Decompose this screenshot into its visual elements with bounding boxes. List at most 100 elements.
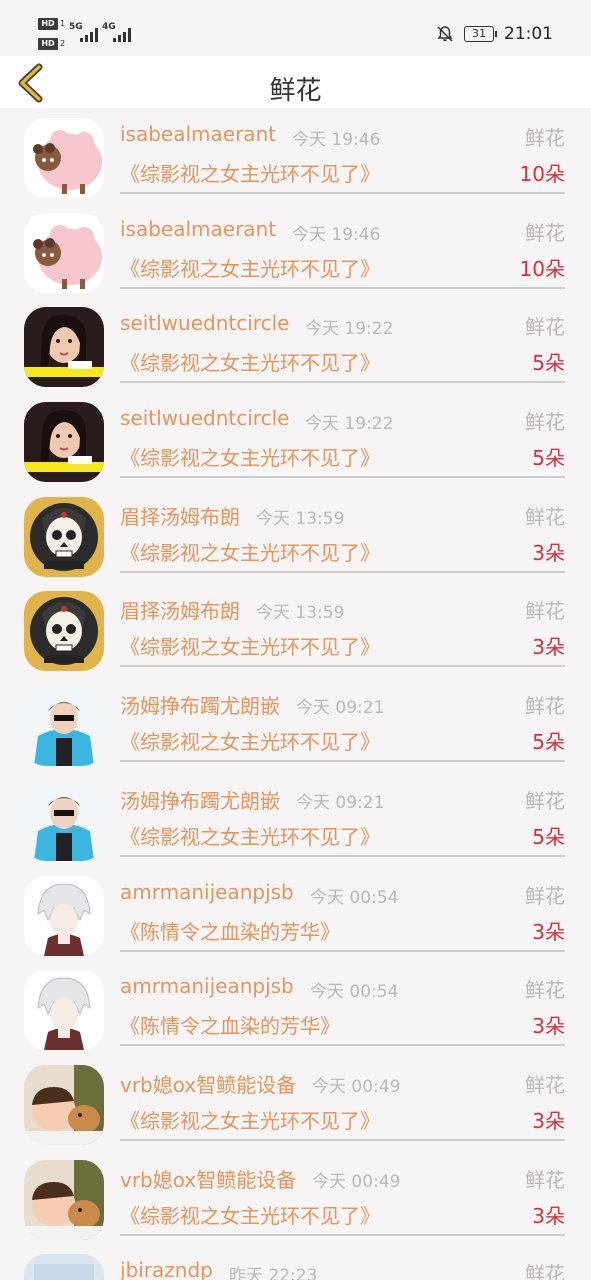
gift-quantity: 10朵 [519,256,565,281]
list-item[interactable]: vrb媳ox智鲼能设备 今天 00:49 鲜花《综影视之女主光环不见了》 3朵 [0,1150,591,1245]
gift-type: 鲜花 [525,1072,565,1097]
timestamp: 今天 19:46 [292,130,381,150]
timestamp: 今天 00:49 [312,1076,401,1097]
list-item[interactable]: 汤姆挣布躅尤朗嵌 今天 09:21 鲜花《综影视之女主光环不见了》 5朵 [0,771,591,866]
user-name[interactable]: 汤姆挣布躅尤朗嵌 [120,690,280,719]
book-title[interactable]: 《陈情令之血染的芳华》 [120,916,340,945]
nav-bar: 鲜花 [0,56,591,108]
list-item[interactable]: amrmanijeanpjsb 今天 00:54 鲜花《陈情令之血染的芳华》 3朵 [0,960,591,1055]
book-title[interactable]: 《综影视之女主光环不见了》 [120,821,380,850]
book-title[interactable]: 《综影视之女主光环不见了》 [120,253,380,282]
avatar[interactable] [24,970,104,1051]
gift-quantity: 3朵 [532,1108,565,1133]
timestamp: 今天 00:54 [310,982,399,1003]
user-name[interactable]: vrb媳ox智鲼能设备 [120,1069,296,1098]
gift-quantity: 5朵 [532,351,565,376]
gift-quantity: 3朵 [532,540,565,565]
gift-quantity: 3朵 [532,635,565,660]
user-name[interactable]: vrb媳ox智鲼能设备 [120,1164,296,1193]
gift-quantity: 5朵 [532,824,565,849]
user-name[interactable]: jbirazndp [120,1258,213,1280]
list-item[interactable]: vrb媳ox智鲼能设备 今天 00:49 鲜花《综影视之女主光环不见了》 3朵 [0,1055,591,1150]
user-name[interactable]: amrmanijeanpjsb [120,880,294,904]
timestamp: 今天 19:22 [305,319,394,340]
timestamp: 今天 13:59 [256,603,345,624]
gift-type: 鲜花 [525,883,565,908]
book-title[interactable]: 《综影视之女主光环不见了》 [120,442,380,471]
divider [120,949,565,952]
clock: 21:01 [504,24,553,44]
avatar[interactable] [24,780,104,861]
gift-type: 鲜花 [525,788,565,813]
gift-type: 鲜花 [525,694,565,719]
divider [120,854,565,857]
book-title[interactable]: 《综影视之女主光环不见了》 [120,158,380,187]
divider [120,1044,565,1047]
avatar[interactable] [24,307,104,388]
timestamp: 今天 19:46 [292,224,381,245]
list-item[interactable]: 汤姆挣布躅尤朗嵌 今天 09:21 鲜花 《综影视之女主光环不见了》 5朵 [0,676,591,771]
user-name[interactable]: 汤姆挣布躅尤朗嵌 [120,785,280,814]
timestamp: 昨天 22:23 [229,1266,318,1280]
timestamp: 今天 09:21 [296,698,385,719]
avatar[interactable] [24,875,104,956]
book-title[interactable]: 《综影视之女主光环不见了》 [120,726,380,755]
signal-indicators: HD 1 HD 2 5G 4G [38,16,138,50]
book-title[interactable]: 《综影视之女主光环不见了》 [120,1200,380,1229]
gift-type: 鲜花 [525,126,565,150]
user-name[interactable]: seitlwuedntcircle [120,311,289,335]
avatar[interactable] [24,1159,104,1240]
gift-quantity: 5朵 [532,446,565,471]
list-item[interactable]: amrmanijeanpjsb 今天 00:54 鲜花《陈情令之血染的芳华》 3朵 [0,866,591,961]
list-item[interactable]: seitlwuedntcircle 今天 19:22 鲜花 《综影视之女主光环不见了》… [0,392,591,487]
gift-quantity: 3朵 [532,1014,565,1039]
hd-badge-2: HD [38,38,58,50]
list-item[interactable]: 眉择汤姆布朗 今天 13:59 鲜花 《综影视之女主光环不见了》 3朵 [0,487,591,582]
user-name[interactable]: amrmanijeanpjsb [120,974,294,998]
book-title[interactable]: 《综影视之女主光环不见了》 [120,537,380,566]
battery-icon: 31 [464,26,497,42]
book-title[interactable]: 《综影视之女主光环不见了》 [120,1105,380,1134]
list-item[interactable]: isabealmaerant 今天 19:46 鲜花《综影视之女主光环不见了》 10朵 [0,108,591,203]
divider [120,1138,565,1141]
divider [120,665,565,668]
status-bar: HD 1 HD 2 5G 4G 31 21:01 [0,0,591,56]
avatar[interactable] [24,212,104,293]
bell-off-icon [437,26,453,42]
gift-type: 鲜花 [525,220,565,245]
book-title[interactable]: 《综影视之女主光环不见了》 [120,347,380,376]
user-name[interactable]: 眉择汤姆布朗 [120,501,240,530]
list-item[interactable]: isabealmaerant 今天 19:46 鲜花《综影视之女主光环不见了》 10朵 [0,203,591,298]
gift-quantity: 3朵 [532,919,565,944]
user-name[interactable]: isabealmaerant [120,217,276,241]
avatar[interactable] [24,591,104,672]
user-name[interactable]: seitlwuedntcircle [120,406,289,430]
gift-quantity: 3朵 [532,1203,565,1228]
book-title[interactable]: 《陈情令之血染的芳华》 [120,1010,340,1039]
list-item[interactable]: seitlwuedntcircle 今天 19:22 鲜花 《综影视之女主光环不见了》… [0,297,591,392]
avatar[interactable] [24,496,104,577]
user-name[interactable]: 眉择汤姆布朗 [120,595,240,624]
avatar[interactable] [24,1254,104,1280]
gift-list: isabealmaerant 今天 19:46 鲜花 《综影视之女主光环不见了》 10朵… [0,108,591,1280]
list-item[interactable]: 眉择汤姆布朗 今天 13:59 鲜花 《综影视之女主光环不见了》 3朵 [0,581,591,676]
gift-quantity: 10朵 [519,162,565,186]
divider [120,760,565,763]
user-name[interactable]: isabealmaerant [120,122,276,146]
gift-type: 鲜花 [525,1167,565,1192]
timestamp: 今天 00:54 [310,887,399,908]
gift-type: 鲜花 [525,410,565,435]
book-title[interactable]: 《综影视之女主光环不见了》 [120,631,380,660]
avatar[interactable] [24,686,104,767]
avatar[interactable] [24,402,104,483]
divider [120,570,565,573]
timestamp: 今天 09:21 [296,792,385,813]
hd-badge-1-num: 1 [60,19,66,28]
timestamp: 今天 00:49 [312,1171,401,1192]
gift-type: 鲜花 [525,978,565,1003]
avatar[interactable] [24,1064,104,1145]
avatar[interactable] [24,118,104,198]
timestamp: 今天 13:59 [256,508,345,529]
list-item[interactable]: jbirazndp 昨天 22:23 鲜花 [0,1244,591,1280]
divider [120,192,565,194]
